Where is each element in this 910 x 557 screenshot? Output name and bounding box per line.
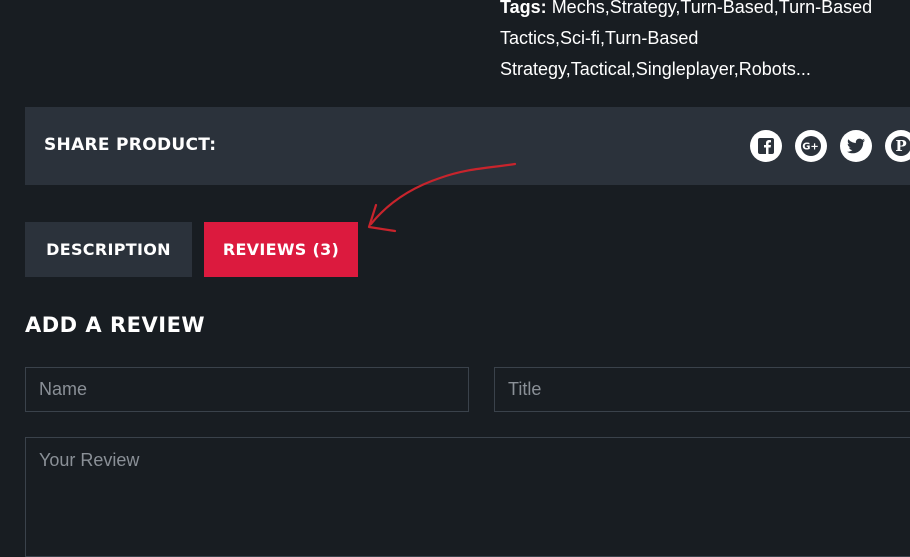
tags-line-3: Strategy,Tactical,Singleplayer,Robots... xyxy=(500,59,811,79)
tab-reviews[interactable]: REVIEWS (3) xyxy=(204,222,358,277)
name-input[interactable] xyxy=(25,367,469,412)
tags-line-1: Tags: Mechs,Strategy,Turn-Based,Turn-Bas… xyxy=(500,0,910,23)
twitter-icon xyxy=(846,138,865,154)
facebook-icon xyxy=(758,138,774,154)
annotation-arrow-head xyxy=(367,203,397,233)
share-product-label: SHARE PRODUCT: xyxy=(44,135,217,155)
tags-line-1-text: Mechs,Strategy,Turn-Based,Turn-Based xyxy=(551,0,873,17)
tab-description[interactable]: DESCRIPTION xyxy=(25,222,192,277)
google-plus-icon: G+ xyxy=(801,136,821,156)
review-textarea[interactable] xyxy=(25,437,910,557)
add-review-heading: ADD A REVIEW xyxy=(25,313,206,337)
tags-label: Tags: xyxy=(500,0,547,17)
google-plus-share-button[interactable]: G+ xyxy=(795,130,827,162)
share-product-bar: SHARE PRODUCT: G+ P xyxy=(25,107,910,185)
pinterest-icon: P xyxy=(891,136,910,156)
product-tags: Tags: Mechs,Strategy,Turn-Based,Turn-Bas… xyxy=(500,0,910,85)
svg-text:P: P xyxy=(895,137,906,155)
pinterest-share-button[interactable]: P xyxy=(885,130,910,162)
tags-line-2: Tactics,Sci-fi,Turn-Based xyxy=(500,28,699,48)
title-input[interactable] xyxy=(494,367,910,412)
svg-text:G+: G+ xyxy=(802,142,819,153)
twitter-share-button[interactable] xyxy=(840,130,872,162)
facebook-share-button[interactable] xyxy=(750,130,782,162)
